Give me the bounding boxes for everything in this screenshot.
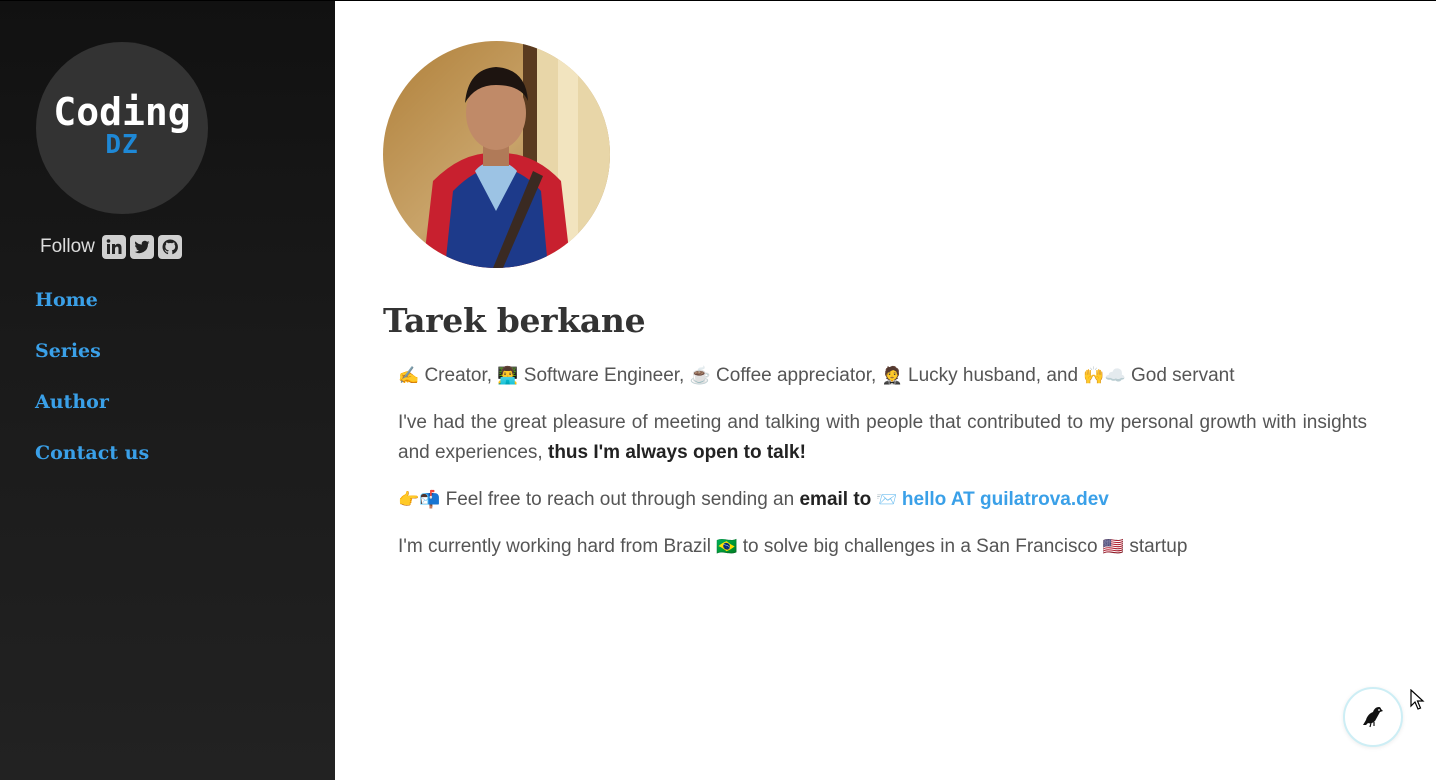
envelope-icon: 📨 [871,490,902,509]
nav-link-home[interactable]: Home [35,289,98,311]
page: Coding DZ Follow Home Series Author Cont… [0,0,1436,780]
bio-text: God servant [1125,365,1235,386]
groom-icon: 🤵 [881,366,903,385]
nav-link-series[interactable]: Series [35,340,101,362]
pointing-mailbox-icon: 👉📬 [398,490,441,509]
bio-emphasis: email to [799,489,872,510]
twitter-icon[interactable] [129,235,154,259]
raised-hands-cloud-icon: 🙌☁️ [1083,366,1126,385]
technologist-icon: 👨‍💻 [497,366,519,385]
nav-item-author: Author [35,387,149,438]
bio-emphasis: thus I'm always open to talk! [548,442,806,463]
author-name: Tarek berkane [383,301,646,340]
mouse-cursor-icon [1410,689,1425,710]
author-avatar [383,41,610,268]
bio-location: I'm currently working hard from Brazil 🇧… [398,532,1367,562]
author-bio: ✍️ Creator, 👨‍💻 Software Engineer, ☕ Cof… [398,361,1367,579]
email-link[interactable]: hello AT guilatrova.dev [902,489,1109,510]
logo-word: Coding [53,90,191,134]
follow-row: Follow [40,234,182,260]
github-icon[interactable] [157,235,182,259]
follow-label: Follow [40,236,95,257]
site-logo[interactable]: Coding DZ [36,42,208,214]
nav-item-contact: Contact us [35,438,149,489]
bio-text: Coffee appreciator, [710,365,882,386]
logo-sub: DZ [105,130,139,160]
bio-text: Feel free to reach out through sending a… [440,489,800,510]
linkedin-icon[interactable] [101,235,126,259]
bio-text: Creator, [419,365,498,386]
bio-text: I'm currently working hard from Brazil [398,536,717,557]
bird-icon [1363,707,1383,728]
writing-hand-icon: ✍️ [398,366,420,385]
bio-text: I've had the great pleasure of meeting a… [398,412,1367,463]
bio-contact: 👉📬 Feel free to reach out through sendin… [398,485,1367,515]
brazil-flag-icon: 🇧🇷 [716,537,738,556]
bird-widget-button[interactable] [1343,687,1403,747]
nav-link-author[interactable]: Author [35,391,109,413]
nav-item-series: Series [35,336,149,387]
coffee-icon: ☕ [689,366,711,385]
nav-link-contact[interactable]: Contact us [35,442,149,464]
nav-item-home: Home [35,285,149,336]
main-content: Tarek berkane ✍️ Creator, 👨‍💻 Software E… [335,1,1436,780]
bio-roles: ✍️ Creator, 👨‍💻 Software Engineer, ☕ Cof… [398,361,1367,391]
bio-text: startup [1124,536,1188,557]
bio-text: Lucky husband, and [902,365,1084,386]
bio-growth: I've had the great pleasure of meeting a… [398,408,1367,468]
sidebar-nav: Home Series Author Contact us [35,285,149,489]
bio-text: to solve big challenges in a San Francis… [737,536,1103,557]
sidebar: Coding DZ Follow Home Series Author Cont… [0,1,335,780]
bio-text: Software Engineer, [518,365,690,386]
us-flag-icon: 🇺🇸 [1102,537,1125,556]
